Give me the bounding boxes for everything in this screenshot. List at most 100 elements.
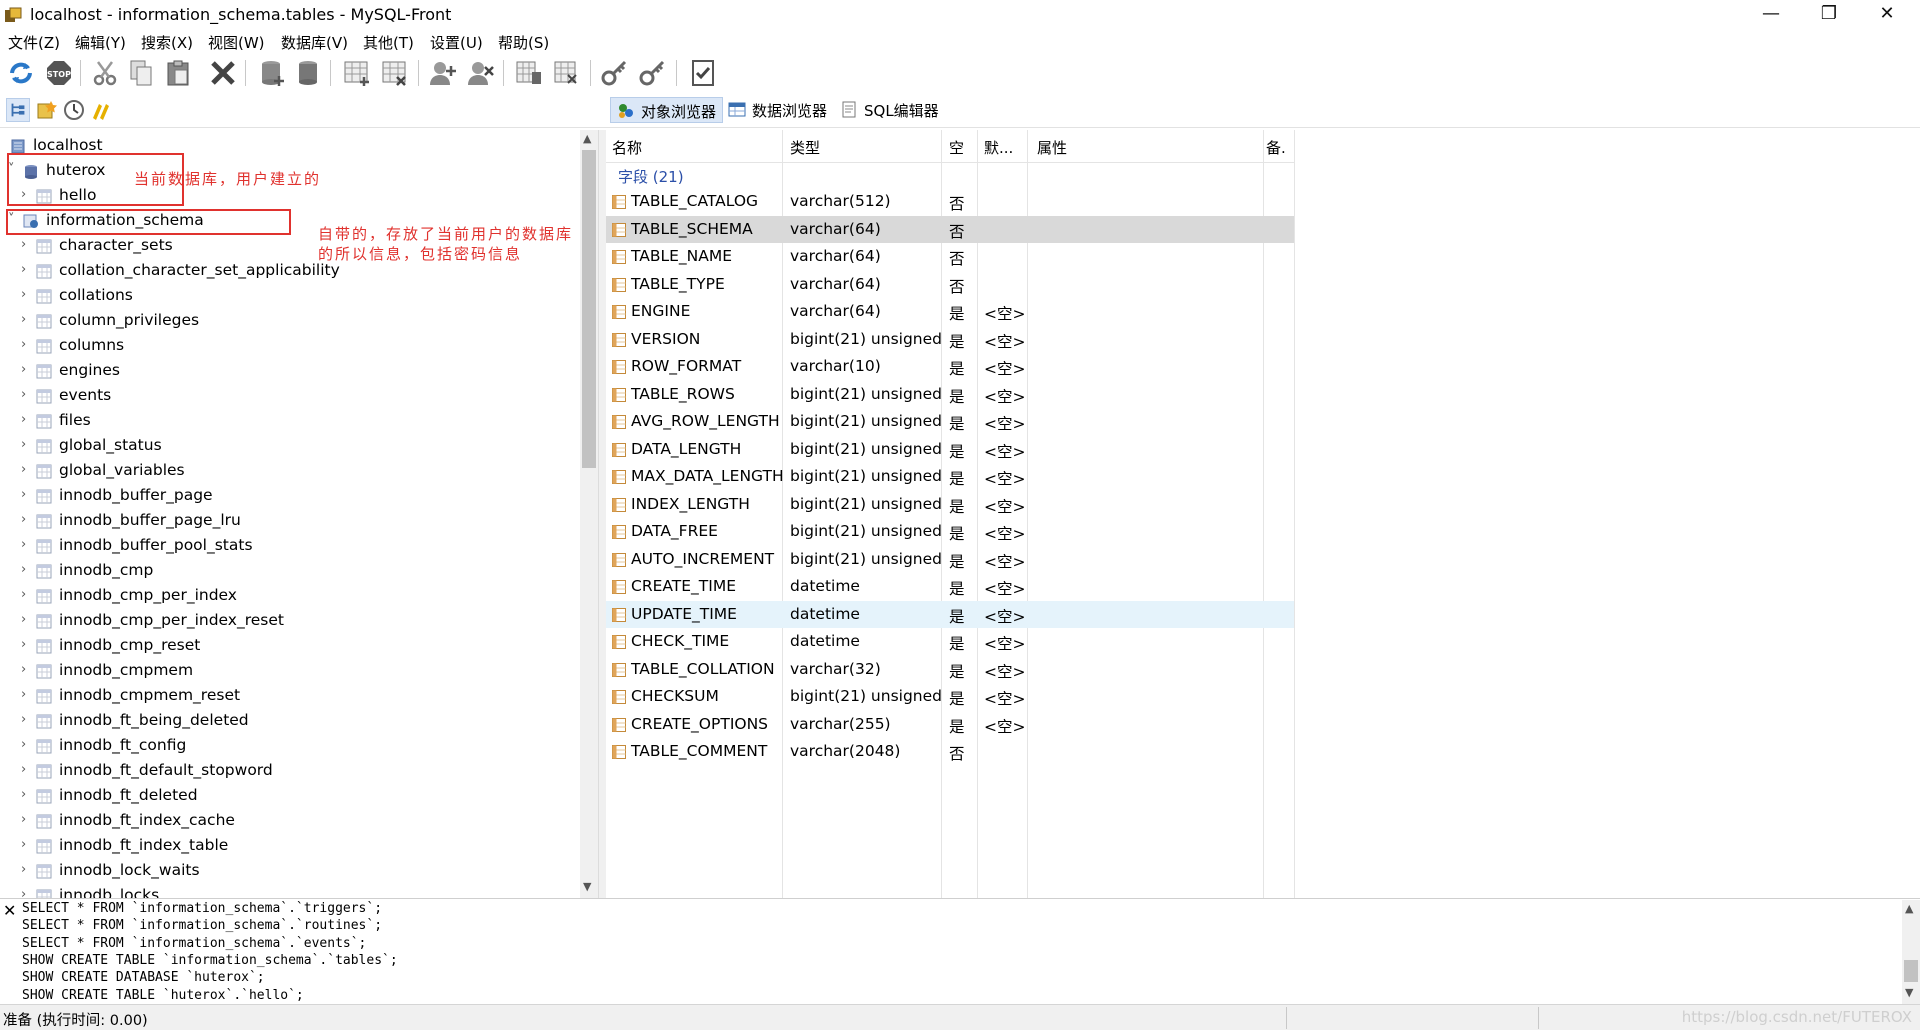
menu-edit[interactable]: 编辑(Y) xyxy=(75,32,126,53)
stop-icon[interactable]: STOP xyxy=(44,58,74,88)
sql-log-line[interactable]: SHOW CREATE TABLE `huterox`.`hello`; xyxy=(22,988,304,1003)
tree-item-table[interactable]: › global_variables xyxy=(0,459,580,484)
tree-item-table[interactable]: › collations xyxy=(0,284,580,309)
expand-chevron-icon[interactable]: › xyxy=(21,637,33,652)
scroll-down-arrow-icon[interactable]: ▼ xyxy=(583,880,591,893)
expand-chevron-icon[interactable]: › xyxy=(21,862,33,877)
menu-view[interactable]: 视图(W) xyxy=(208,32,265,53)
menu-help[interactable]: 帮助(S) xyxy=(498,32,549,53)
log-scroll-down-icon[interactable]: ▼ xyxy=(1905,986,1913,999)
field-row[interactable]: TABLE_COLLATION varchar(32) 是 <空> xyxy=(606,656,1294,684)
pane-splitter[interactable] xyxy=(598,130,606,898)
column-header-null[interactable]: 空 xyxy=(949,137,964,158)
filter-icon[interactable] xyxy=(89,98,113,122)
expand-chevron-icon[interactable]: › xyxy=(21,312,33,327)
delete-icon[interactable] xyxy=(208,58,238,88)
tree-item-table[interactable]: › innodb_ft_being_deleted xyxy=(0,709,580,734)
menu-search[interactable]: 搜索(X) xyxy=(141,32,193,53)
field-row[interactable]: CREATE_TIME datetime 是 <空> xyxy=(606,573,1294,601)
field-row[interactable]: TABLE_COMMENT varchar(2048) 否 xyxy=(606,738,1294,766)
field-row[interactable]: AUTO_INCREMENT bigint(21) unsigned 是 <空> xyxy=(606,546,1294,574)
expand-chevron-icon[interactable]: › xyxy=(21,562,33,577)
expand-chevron-icon[interactable]: › xyxy=(21,387,33,402)
field-row[interactable]: DATA_FREE bigint(21) unsigned 是 <空> xyxy=(606,518,1294,546)
close-window-button[interactable]: ✕ xyxy=(1858,0,1916,30)
tree-item-table[interactable]: › innodb_ft_index_cache xyxy=(0,809,580,834)
log-scroll-thumb[interactable] xyxy=(1904,960,1918,982)
column-header-attributes[interactable]: 属性 xyxy=(1037,137,1067,158)
expand-chevron-icon[interactable]: › xyxy=(21,262,33,277)
field-row[interactable]: CREATE_OPTIONS varchar(255) 是 <空> xyxy=(606,711,1294,739)
column-header-type[interactable]: 类型 xyxy=(790,137,820,158)
tree-view-icon[interactable] xyxy=(6,98,30,122)
tree-item-table[interactable]: › innodb_cmpmem xyxy=(0,659,580,684)
field-row[interactable]: VERSION bigint(21) unsigned 是 <空> xyxy=(606,326,1294,354)
field-group-label[interactable]: 字段 (21) xyxy=(618,166,684,187)
field-row[interactable]: TABLE_NAME varchar(64) 否 xyxy=(606,243,1294,271)
tree-item-table[interactable]: › innodb_cmp xyxy=(0,559,580,584)
field-row[interactable]: MAX_DATA_LENGTH bigint(21) unsigned 是 <空> xyxy=(606,463,1294,491)
expand-chevron-icon[interactable]: › xyxy=(21,787,33,802)
tree-item-table[interactable]: › innodb_ft_config xyxy=(0,734,580,759)
field-row[interactable]: DATA_LENGTH bigint(21) unsigned 是 <空> xyxy=(606,436,1294,464)
column-header-default[interactable]: 默... xyxy=(984,137,1013,158)
log-scrollbar[interactable]: ▲ ▼ xyxy=(1902,900,1920,1004)
menu-other[interactable]: 其他(T) xyxy=(363,32,414,53)
expand-chevron-icon[interactable]: › xyxy=(21,712,33,727)
favorites-icon[interactable] xyxy=(35,98,59,122)
expand-chevron-icon[interactable]: › xyxy=(21,337,33,352)
field-row[interactable]: TABLE_TYPE varchar(64) 否 xyxy=(606,271,1294,299)
tree-item-table[interactable]: › innodb_ft_default_stopword xyxy=(0,759,580,784)
expand-chevron-icon[interactable]: › xyxy=(21,687,33,702)
close-log-icon[interactable]: ✕ xyxy=(3,901,16,920)
sql-log-line[interactable]: SELECT * FROM `information_schema`.`even… xyxy=(22,936,366,951)
tree-item-table[interactable]: › innodb_buffer_pool_stats xyxy=(0,534,580,559)
expand-chevron-icon[interactable]: › xyxy=(21,237,33,252)
menu-settings[interactable]: 设置(U) xyxy=(430,32,483,53)
field-row[interactable]: UPDATE_TIME datetime 是 <空> xyxy=(606,600,1294,628)
expand-chevron-icon[interactable]: › xyxy=(21,612,33,627)
field-row[interactable]: AVG_ROW_LENGTH bigint(21) unsigned 是 <空> xyxy=(606,408,1294,436)
scroll-up-arrow-icon[interactable]: ▲ xyxy=(583,132,591,145)
tree-item-table[interactable]: › innodb_locks xyxy=(0,884,580,898)
field-row[interactable]: ENGINE varchar(64) 是 <空> xyxy=(606,298,1294,326)
column-header-comment[interactable]: 备. xyxy=(1266,137,1286,158)
tab-sql-editor[interactable]: SQL编辑器 xyxy=(834,97,945,123)
expand-chevron-icon[interactable]: › xyxy=(21,437,33,452)
expand-chevron-icon[interactable]: › xyxy=(21,737,33,752)
sql-log-line[interactable]: SHOW CREATE TABLE `information_schema`.`… xyxy=(22,953,398,968)
tree-item-table[interactable]: › innodb_buffer_page_lru xyxy=(0,509,580,534)
key-remove-icon[interactable] xyxy=(638,58,668,88)
sql-log-line[interactable]: SELECT * FROM `information_schema`.`trig… xyxy=(22,901,382,916)
add-user-icon[interactable] xyxy=(428,58,458,88)
expand-chevron-icon[interactable]: › xyxy=(21,762,33,777)
tree-item-table[interactable]: › events xyxy=(0,384,580,409)
export-icon[interactable] xyxy=(552,58,582,88)
tree-item-table[interactable]: › innodb_cmpmem_reset xyxy=(0,684,580,709)
expand-chevron-icon[interactable]: › xyxy=(21,537,33,552)
expand-chevron-icon[interactable]: › xyxy=(21,487,33,502)
expand-chevron-icon[interactable]: › xyxy=(21,362,33,377)
menu-database[interactable]: 数据库(V) xyxy=(281,32,348,53)
field-row[interactable]: TABLE_SCHEMA varchar(64) 否 xyxy=(606,215,1294,243)
copy-icon[interactable] xyxy=(126,58,156,88)
import-icon[interactable] xyxy=(514,58,544,88)
cut-icon[interactable] xyxy=(90,58,120,88)
refresh-icon[interactable] xyxy=(6,58,36,88)
field-row[interactable]: TABLE_CATALOG varchar(512) 否 xyxy=(606,188,1294,216)
expand-chevron-icon[interactable]: › xyxy=(21,287,33,302)
tree-item-table[interactable]: › engines xyxy=(0,359,580,384)
field-row[interactable]: CHECKSUM bigint(21) unsigned 是 <空> xyxy=(606,683,1294,711)
tab-data-browser[interactable]: 数据浏览器 xyxy=(722,97,833,123)
column-header-name[interactable]: 名称 xyxy=(612,137,642,158)
minimize-button[interactable]: — xyxy=(1742,0,1800,30)
tree-scroll-thumb[interactable] xyxy=(582,150,596,468)
tree-item-table[interactable]: › files xyxy=(0,409,580,434)
paste-icon[interactable] xyxy=(163,58,193,88)
remove-user-icon[interactable] xyxy=(466,58,496,88)
tree-item-table[interactable]: › innodb_cmp_per_index_reset xyxy=(0,609,580,634)
tree-item-table[interactable]: › global_status xyxy=(0,434,580,459)
new-table-icon[interactable] xyxy=(342,58,372,88)
tree-item-table[interactable]: › innodb_ft_deleted xyxy=(0,784,580,809)
field-row[interactable]: INDEX_LENGTH bigint(21) unsigned 是 <空> xyxy=(606,491,1294,519)
